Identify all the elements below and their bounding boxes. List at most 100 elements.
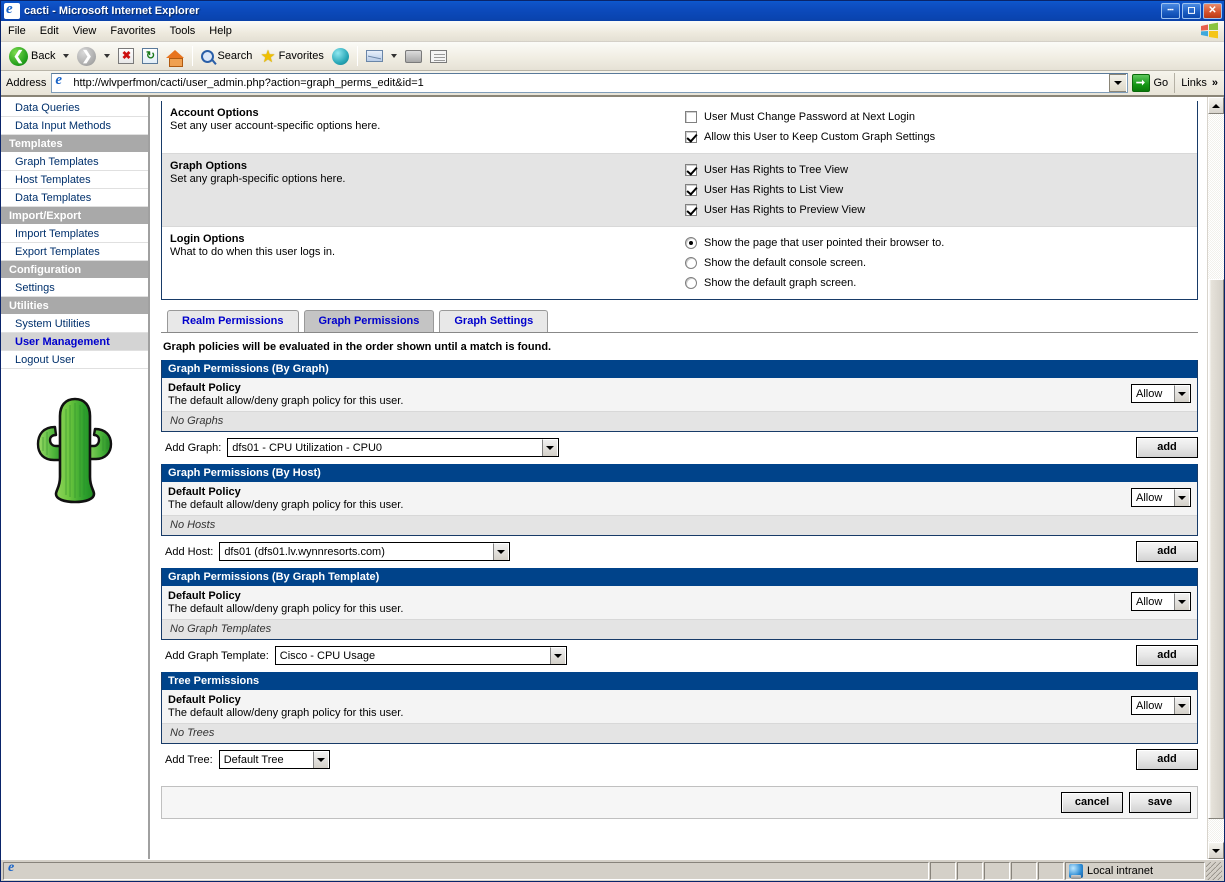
back-button[interactable]: ❮ Back: [5, 44, 59, 68]
default-policy-select-tree[interactable]: Allow: [1131, 696, 1191, 715]
sidebar-item-logout-user[interactable]: Logout User: [1, 351, 148, 369]
checkbox-row-must-change-password[interactable]: User Must Change Password at Next Login: [682, 107, 1197, 127]
default-policy-text-by-graph-template: Default Policy The default allow/deny gr…: [168, 590, 1131, 615]
tab-graph-permissions[interactable]: Graph Permissions: [303, 310, 435, 332]
default-policy-row-by-graph: Default Policy The default allow/deny gr…: [162, 378, 1197, 412]
minimize-button[interactable]: ┄: [1161, 3, 1180, 19]
default-policy-select-by-graph-template[interactable]: Allow: [1131, 592, 1191, 611]
scrollbar-thumb[interactable]: [1208, 279, 1224, 819]
add-graph-template-select[interactable]: Cisco - CPU Usage: [274, 646, 567, 665]
refresh-icon: ↻: [142, 48, 159, 64]
links-button[interactable]: Links »: [1174, 73, 1224, 93]
radio-console-screen[interactable]: [685, 257, 697, 269]
default-policy-select-by-graph[interactable]: Allow: [1131, 384, 1191, 403]
checkbox-must-change-password[interactable]: [685, 111, 697, 123]
add-graph-select[interactable]: dfs01 - CPU Utilization - CPU0: [227, 438, 560, 457]
add-tree-select[interactable]: Default Tree: [218, 750, 330, 769]
add-graph-template-button[interactable]: add: [1136, 645, 1198, 666]
forward-button[interactable]: ❯: [73, 44, 100, 68]
select-dropdown-button[interactable]: [542, 439, 558, 456]
section-graph-permissions-by-graph-template: Graph Permissions (By Graph Template) De…: [161, 568, 1198, 640]
home-button[interactable]: [162, 44, 188, 68]
tab-graph-settings[interactable]: Graph Settings: [439, 310, 549, 332]
menu-file[interactable]: File: [1, 23, 33, 40]
address-input[interactable]: http://wlvperfmon/cacti/user_admin.php?a…: [51, 72, 1128, 93]
sidebar-item-user-management[interactable]: User Management: [1, 333, 148, 351]
menu-view[interactable]: View: [66, 23, 104, 40]
select-dropdown-button[interactable]: [493, 543, 509, 560]
stop-button[interactable]: ✖: [114, 44, 138, 68]
menu-tools[interactable]: Tools: [163, 23, 203, 40]
select-dropdown-button[interactable]: [549, 647, 565, 664]
default-policy-row-by-host: Default Policy The default allow/deny gr…: [162, 482, 1197, 516]
go-button[interactable]: ➞ Go: [1130, 74, 1175, 92]
select-dropdown-button[interactable]: [1174, 593, 1189, 610]
sidebar-item-host-templates[interactable]: Host Templates: [1, 171, 148, 189]
sidebar-item-data-templates[interactable]: Data Templates: [1, 189, 148, 207]
menu-favorites[interactable]: Favorites: [103, 23, 162, 40]
media-button[interactable]: [328, 44, 353, 68]
save-button[interactable]: save: [1129, 792, 1191, 813]
sidebar-item-graph-templates[interactable]: Graph Templates: [1, 153, 148, 171]
checkbox-list-view[interactable]: [685, 184, 697, 196]
scroll-down-button[interactable]: [1208, 842, 1224, 859]
scrollbar-track[interactable]: [1208, 114, 1224, 842]
checkbox-row-keep-custom-graph-settings[interactable]: Allow this User to Keep Custom Graph Set…: [682, 127, 1197, 147]
back-history-chevron-down-icon[interactable]: [63, 54, 70, 58]
checkbox-preview-view[interactable]: [685, 204, 697, 216]
edit-button[interactable]: [426, 44, 451, 68]
radio-row-console-screen[interactable]: Show the default console screen.: [682, 253, 1197, 273]
select-dropdown-button[interactable]: [1174, 697, 1189, 714]
tab-underline: [161, 332, 1198, 333]
links-chevron-right-icon: »: [1211, 77, 1218, 89]
radio-graph-screen[interactable]: [685, 277, 697, 289]
select-dropdown-button[interactable]: [1174, 489, 1189, 506]
favorites-button[interactable]: ★ Favorites: [256, 44, 328, 68]
refresh-button[interactable]: ↻: [138, 44, 162, 68]
sidebar-item-import-templates[interactable]: Import Templates: [1, 225, 148, 243]
sidebar-item-data-queries[interactable]: Data Queries: [1, 99, 148, 117]
tab-realm-permissions[interactable]: Realm Permissions: [167, 310, 299, 332]
add-host-value: dfs01 (dfs01.lv.wynnresorts.com): [224, 545, 385, 558]
add-tree-button[interactable]: add: [1136, 749, 1198, 770]
forward-history-chevron-down-icon[interactable]: [104, 54, 111, 58]
vertical-scrollbar[interactable]: [1207, 97, 1224, 859]
checkbox-keep-custom-graph-settings[interactable]: [685, 131, 697, 143]
checkbox-row-list-view[interactable]: User Has Rights to List View: [682, 180, 1197, 200]
cactus-logo: [1, 391, 148, 507]
default-policy-desc-tree: The default allow/deny graph policy for …: [168, 707, 404, 719]
radio-pointed-page[interactable]: [685, 237, 697, 249]
maximize-button[interactable]: ◻: [1182, 3, 1201, 19]
search-button[interactable]: Search: [197, 44, 256, 68]
mail-chevron-down-icon[interactable]: [390, 54, 397, 58]
default-policy-select-by-host[interactable]: Allow: [1131, 488, 1191, 507]
menu-edit[interactable]: Edit: [33, 23, 66, 40]
add-graph-button[interactable]: add: [1136, 437, 1198, 458]
account-options-label: Account Options Set any user account-spe…: [162, 101, 682, 153]
select-dropdown-button[interactable]: [1174, 385, 1189, 402]
cancel-button[interactable]: cancel: [1061, 792, 1123, 813]
mail-button[interactable]: [362, 44, 387, 68]
add-host-button[interactable]: add: [1136, 541, 1198, 562]
sidebar-item-data-input-methods[interactable]: Data Input Methods: [1, 117, 148, 135]
address-dropdown-button[interactable]: [1108, 74, 1126, 92]
close-button[interactable]: ✕: [1203, 3, 1222, 19]
sidebar-item-export-templates[interactable]: Export Templates: [1, 243, 148, 261]
sidebar-item-system-utilities[interactable]: System Utilities: [1, 315, 148, 333]
checkbox-row-preview-view[interactable]: User Has Rights to Preview View: [682, 200, 1197, 220]
resize-grip[interactable]: [1206, 861, 1222, 880]
checkbox-tree-view[interactable]: [685, 164, 697, 176]
scroll-up-button[interactable]: [1208, 97, 1224, 114]
menu-help[interactable]: Help: [202, 23, 239, 40]
select-dropdown-button[interactable]: [312, 751, 328, 768]
sidebar-item-settings[interactable]: Settings: [1, 279, 148, 297]
status-pane-3: [984, 861, 1010, 880]
checkbox-row-tree-view[interactable]: User Has Rights to Tree View: [682, 160, 1197, 180]
security-zone-pane[interactable]: Local intranet: [1065, 861, 1205, 880]
add-host-select[interactable]: dfs01 (dfs01.lv.wynnresorts.com): [219, 542, 511, 561]
radio-row-graph-screen[interactable]: Show the default graph screen.: [682, 273, 1197, 293]
print-button[interactable]: [401, 44, 426, 68]
add-graph-template-value: Cisco - CPU Usage: [279, 649, 376, 662]
status-pane-4: [1011, 861, 1037, 880]
radio-row-pointed-page[interactable]: Show the page that user pointed their br…: [682, 233, 1197, 253]
